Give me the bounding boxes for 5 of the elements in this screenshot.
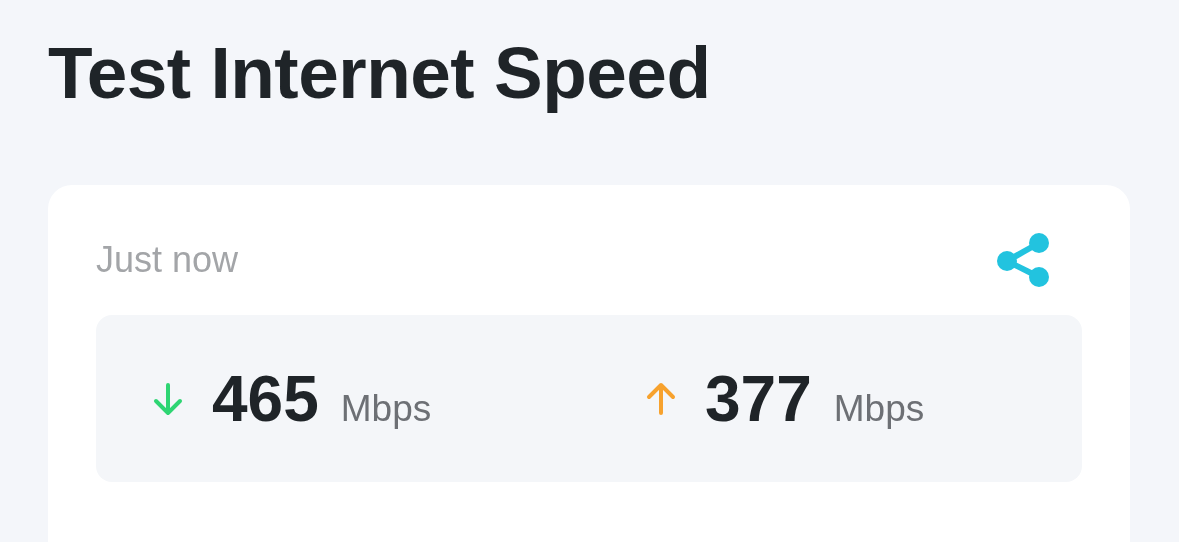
speed-value: 465: [212, 366, 319, 431]
speed-unit: Mbps: [340, 389, 432, 427]
speed-unit: Mbps: [833, 389, 925, 427]
speed-value: 377: [705, 366, 812, 431]
timestamp: Just now: [96, 238, 239, 282]
